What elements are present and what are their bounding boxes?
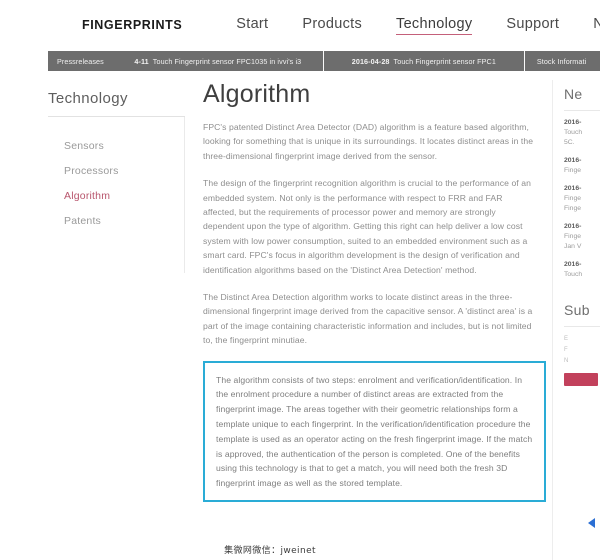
- subscribe-heading: Sub: [564, 302, 590, 318]
- news-item-text: Finge: [564, 195, 582, 202]
- news-list-item[interactable]: 2016- Finge Jan V: [564, 222, 600, 252]
- sidebar-item-patents[interactable]: Patents: [64, 208, 184, 233]
- left-sidebar: Technology Sensors Processors Algorithm …: [0, 80, 185, 560]
- nav-item-start[interactable]: Start: [236, 16, 268, 34]
- subscribe-input-field[interactable]: E: [564, 334, 600, 345]
- news-list-item[interactable]: 2016- Touch: [564, 260, 600, 280]
- ticker-item[interactable]: 4-11 Touch Fingerprint sensor FPC1035 in…: [112, 51, 324, 71]
- watermark: 集微网微信：jweinet: [0, 543, 600, 556]
- body-paragraph: The design of the fingerprint recognitio…: [203, 178, 531, 275]
- ticker-item-text: Touch Fingerprint sensor FPC1035 in ivvi…: [152, 56, 302, 66]
- sidebar-item-processors[interactable]: Processors: [64, 158, 184, 183]
- news-item-text: Finge: [564, 167, 582, 174]
- news-item-text: Touch: [564, 271, 583, 278]
- news-list-item[interactable]: 2016- Finge Finge: [564, 184, 600, 214]
- body-paragraph: FPC's patented Distinct Area Detector (D…: [203, 122, 534, 161]
- ticker-item[interactable]: 2016-04-28 Touch Fingerprint sensor FPC1: [323, 51, 525, 71]
- subscribe-input-field[interactable]: F: [564, 345, 600, 356]
- watermark-text: 集微网微信：jweinet: [224, 546, 316, 556]
- nav-item-support[interactable]: Support: [506, 16, 559, 34]
- news-item-text: Finge: [564, 205, 582, 212]
- ticker-item-date: 4-11: [134, 56, 149, 66]
- nav-item-technology[interactable]: Technology: [396, 16, 473, 35]
- news-ticker-bar: Pressreleases 4-11 Touch Fingerprint sen…: [48, 51, 600, 71]
- subscribe-submit-button[interactable]: [564, 373, 598, 386]
- site-header: FINGERPRINTS Start Products Technology S…: [0, 0, 600, 50]
- news-list-item[interactable]: 2016- Finge: [564, 156, 600, 176]
- ticker-item-stock[interactable]: Stock Informati: [524, 51, 600, 71]
- ticker-item-text: Stock Informati: [536, 56, 587, 66]
- ticker-label: Pressreleases: [48, 51, 113, 71]
- sidebar-item-algorithm[interactable]: Algorithm: [64, 183, 184, 208]
- news-item-date: 2016-: [564, 157, 582, 164]
- news-item-date: 2016-: [564, 223, 582, 230]
- news-item-date: 2016-: [564, 261, 582, 268]
- news-item-date: 2016-: [564, 185, 582, 192]
- news-list-item[interactable]: 2016- Touch 5C.: [564, 118, 600, 148]
- page-title: Algorithm: [203, 80, 311, 108]
- news-item-text: Touch: [564, 129, 583, 136]
- right-sidebar: Ne 2016- Touch 5C. 2016- Finge 2016- Fin…: [552, 80, 600, 560]
- brand-logo[interactable]: FINGERPRINTS: [82, 18, 182, 32]
- news-item-text: 5C.: [564, 139, 575, 146]
- nav-item-products[interactable]: Products: [302, 16, 362, 34]
- main-navigation: Start Products Technology Support News: [236, 16, 600, 35]
- page-body: Technology Sensors Processors Algorithm …: [0, 80, 600, 560]
- highlighted-paragraph-box: The algorithm consists of two steps: enr…: [203, 360, 546, 503]
- body-paragraph: The Distinct Area Detection algorithm wo…: [203, 292, 533, 346]
- nav-item-news[interactable]: News: [593, 16, 600, 34]
- sidebar-title: Technology: [48, 90, 128, 107]
- news-heading-underline: [564, 110, 600, 111]
- sidebar-item-sensors[interactable]: Sensors: [64, 133, 184, 158]
- main-content: Algorithm FPC's patented Distinct Area D…: [185, 80, 552, 560]
- news-item-date: 2016-: [564, 119, 582, 126]
- subscribe-heading-underline: [564, 326, 600, 327]
- news-section-heading: Ne: [564, 86, 583, 102]
- subscribe-section: Sub E F N: [564, 302, 600, 386]
- ticker-item-date: 2016-04-28: [351, 56, 390, 66]
- news-item-text: Jan V: [564, 243, 582, 250]
- ticker-item-text: Touch Fingerprint sensor FPC1: [393, 56, 496, 66]
- left-arrow-icon[interactable]: [588, 518, 595, 528]
- sidebar-menu: Sensors Processors Algorithm Patents: [48, 117, 185, 273]
- highlighted-paragraph: The algorithm consists of two steps: enr…: [216, 374, 533, 489]
- subscribe-input-field[interactable]: N: [564, 356, 600, 367]
- news-item-text: Finge: [564, 233, 582, 240]
